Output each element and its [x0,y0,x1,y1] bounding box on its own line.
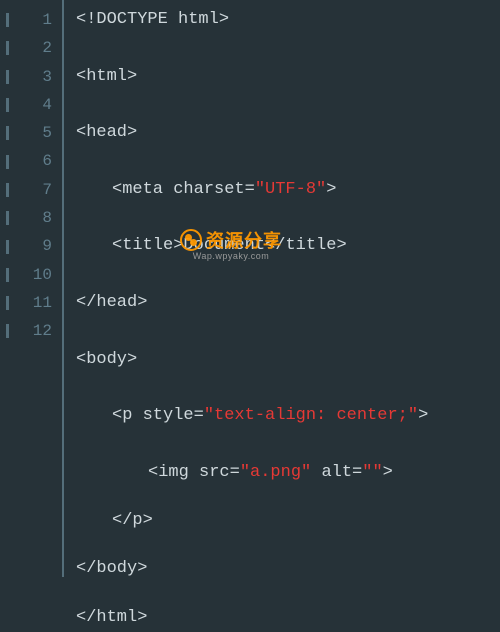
tag-text: > [418,406,428,425]
tag-text: </head> [76,293,147,312]
tag-text: alt= [311,463,362,482]
line-number: 5 [0,119,62,147]
fold-tick-icon [6,324,9,338]
line-number-gutter: 1 2 3 4 5 6 7 8 9 10 11 12 [0,0,64,577]
tag-text: <meta charset= [112,180,255,199]
tag-text: <p style= [112,406,204,425]
code-editor: 1 2 3 4 5 6 7 8 9 10 11 12 <!DOCTYPE htm… [0,0,500,577]
fold-tick-icon [6,126,9,140]
fold-tick-icon [6,41,9,55]
line-no-text: 7 [42,176,52,204]
code-line[interactable]: <head> [76,119,500,147]
line-number: 1 [0,6,62,34]
line-number: 2 [0,34,62,62]
tag-text: <html> [76,67,137,86]
code-line[interactable]: <img src="a.png" alt=""> [76,459,500,487]
line-number: 10 [0,261,62,289]
attr-value: "a.png" [240,463,311,482]
tag-text: <title> [112,236,183,255]
tag-text: > [383,463,393,482]
line-number: 9 [0,232,62,260]
tag-text: <head> [76,123,137,142]
code-area[interactable]: <!DOCTYPE html> <html> <head> <meta char… [64,0,500,577]
fold-tick-icon [6,13,9,27]
tag-text: </title> [265,236,347,255]
fold-tick-icon [6,268,9,282]
fold-tick-icon [6,70,9,84]
line-number: 3 [0,63,62,91]
line-number: 12 [0,317,62,345]
fold-tick-icon [6,240,9,254]
code-line[interactable]: </head> [76,289,500,317]
code-line[interactable]: <!DOCTYPE html> [76,6,500,34]
tag-text: <!DOCTYPE html> [76,10,229,29]
fold-tick-icon [6,155,9,169]
code-line[interactable]: </body> [76,555,500,583]
code-line[interactable]: <title>Document</title> [76,232,500,260]
tag-text: <body> [76,350,137,369]
fold-tick-icon [6,98,9,112]
fold-tick-icon [6,183,9,197]
tag-text: <img src= [148,463,240,482]
line-no-text: 6 [42,147,52,175]
code-line[interactable]: </html> [76,604,500,632]
fold-tick-icon [6,296,9,310]
line-number: 4 [0,91,62,119]
code-line[interactable]: <meta charset="UTF-8"> [76,176,500,204]
line-no-text: 3 [42,63,52,91]
tag-text: </html> [76,608,147,627]
code-line[interactable]: </p> [76,507,500,535]
code-line[interactable]: <p style="text-align: center;"> [76,402,500,430]
line-number: 6 [0,147,62,175]
line-no-text: 12 [33,317,52,345]
line-no-text: 9 [42,232,52,260]
attr-value: "" [362,463,382,482]
attr-value: "text-align: center;" [204,406,418,425]
code-line[interactable]: <body> [76,346,500,374]
tag-text: > [326,180,336,199]
line-no-text: 11 [33,289,52,317]
line-no-text: 8 [42,204,52,232]
tag-text: </body> [76,559,147,578]
line-number: 11 [0,289,62,317]
line-no-text: 10 [33,261,52,289]
fold-tick-icon [6,211,9,225]
line-no-text: 5 [42,119,52,147]
attr-value: "UTF-8" [255,180,326,199]
line-no-text: 4 [42,91,52,119]
line-number: 7 [0,176,62,204]
line-no-text: 1 [42,6,52,34]
code-line[interactable]: <html> [76,63,500,91]
line-number: 8 [0,204,62,232]
tag-text: </p> [112,511,153,530]
inner-text: Document [183,236,265,255]
line-no-text: 2 [42,34,52,62]
